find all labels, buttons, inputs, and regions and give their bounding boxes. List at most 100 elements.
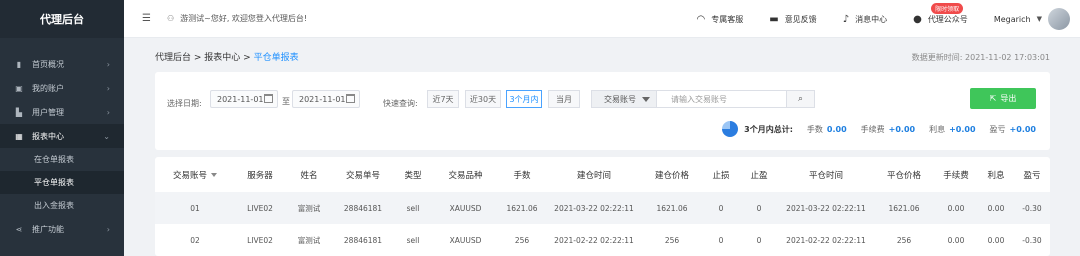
menu-toggle-icon[interactable]: ☰ xyxy=(142,13,151,24)
caret-down-icon[interactable]: ▼ xyxy=(1037,15,1042,23)
breadcrumb-section[interactable]: 报表中心 xyxy=(204,53,240,63)
sidebar-item-users[interactable]: ▙ 用户管理 › xyxy=(0,100,124,124)
breadcrumb-root[interactable]: 代理后台 xyxy=(155,53,191,63)
table-cell: 0 xyxy=(718,235,724,245)
calendar-icon xyxy=(264,94,273,103)
export-button[interactable]: ⇱ 导出 xyxy=(970,88,1036,109)
table-cell: 2021-02-22 02:22:11 xyxy=(786,235,866,245)
search-button[interactable]: ⌕ xyxy=(787,90,815,108)
hot-badge: 限时领取 xyxy=(931,2,964,14)
caret-down-icon xyxy=(642,97,650,102)
username[interactable]: Megarich xyxy=(994,15,1031,24)
summary-label: 手数 xyxy=(806,124,823,134)
table-cell: 富测试 xyxy=(297,235,321,245)
account-search-input[interactable]: 请输入交易账号 xyxy=(657,90,787,108)
breadcrumb-separator: > xyxy=(191,53,205,63)
quick-7-days-button[interactable]: 近7天 xyxy=(427,90,459,108)
wechat-label: 代理公众号 xyxy=(927,14,968,24)
column-header: 平仓时间 xyxy=(808,170,843,181)
welcome-text: 游测试~您好, 欢迎您登入代理后台! xyxy=(180,14,308,23)
wechat-icon: ● xyxy=(913,13,922,25)
summary-bar: 3个月内总计: 手数 0.00 手续费 +0.00 利息 +0.00 盈亏 +0.00 xyxy=(722,121,1036,137)
summary-fee: 手续费 +0.00 xyxy=(861,124,915,135)
table-cell: 1621.06 xyxy=(874,192,934,224)
table-cell: sell xyxy=(406,235,420,245)
chat-icon: ▬ xyxy=(769,13,779,25)
table-cell: -0.30 xyxy=(1014,192,1050,224)
chevron-right-icon: › xyxy=(106,59,110,69)
quick-this-month-button[interactable]: 当月 xyxy=(548,90,580,108)
sidebar-item-overview[interactable]: ▮ 首页概况 › xyxy=(0,52,124,76)
table-cell: 0 xyxy=(702,192,740,224)
end-date-value: 2021-11-01 xyxy=(299,94,346,104)
users-icon: ▙ xyxy=(15,107,23,117)
table-cell: 256 xyxy=(664,235,680,245)
summary-value: +0.00 xyxy=(1009,124,1036,134)
summary-label: 手续费 xyxy=(860,124,885,134)
column-header: 平仓价格 xyxy=(886,170,921,181)
table-cell: XAUUSD xyxy=(449,235,482,245)
table-row[interactable]: 01 LIVE02 富测试 28846181 sell XAUUSD 1621.… xyxy=(155,192,1050,224)
table-cell: 256 xyxy=(896,235,912,245)
table-cell: 0.00 xyxy=(934,192,978,224)
table-cell: 256 xyxy=(514,235,530,245)
column-header[interactable]: 交易账号 xyxy=(155,157,235,192)
sidebar-subitem-open-positions[interactable]: 在仓单报表 xyxy=(0,148,124,171)
sidebar-item-label: 我的账户 xyxy=(32,83,64,93)
feedback-label: 意见反馈 xyxy=(784,14,817,24)
filter-panel: 选择日期: 2021-11-01 至 2021-11-01 快速查询: 近7天 … xyxy=(155,72,1050,150)
wechat-account-button[interactable]: 限时领取 ● 代理公众号 xyxy=(913,2,968,25)
table-cell: 28846181 xyxy=(333,192,393,224)
messages-button[interactable]: ♪ 消息中心 xyxy=(843,14,887,25)
sidebar-subitem-deposits[interactable]: 出入金报表 xyxy=(0,194,124,217)
chevron-right-icon: › xyxy=(106,107,110,117)
sidebar-item-label: 推广功能 xyxy=(32,224,64,234)
table-cell: 28846181 xyxy=(343,235,383,245)
column-header: 类型 xyxy=(404,170,422,181)
column-header: 交易品种 xyxy=(448,170,483,181)
column-header: 建仓价格 xyxy=(654,170,689,181)
breadcrumb-separator: > xyxy=(240,53,254,63)
welcome-message: ⚇ 游测试~您好, 欢迎您登入代理后台! xyxy=(167,13,307,24)
summary-value: 0.00 xyxy=(826,124,847,134)
table-cell: 0 xyxy=(756,235,762,245)
table-cell: 富测试 xyxy=(285,192,333,224)
export-label: 导出 xyxy=(1000,94,1017,103)
calendar-icon xyxy=(346,94,355,103)
sidebar-item-label: 报表中心 xyxy=(32,131,64,141)
table-cell: 0.00 xyxy=(947,235,965,245)
quick-query-label: 快速查询: xyxy=(383,99,418,108)
avatar[interactable] xyxy=(1048,8,1070,30)
date-label: 选择日期: xyxy=(167,99,202,108)
breadcrumb: 代理后台 > 报表中心 > 平仓单报表 xyxy=(155,50,299,63)
quick-3-months-button[interactable]: 3个月内 xyxy=(506,90,542,108)
breadcrumb-current: 平仓单报表 xyxy=(253,53,299,63)
column-header: 建仓时间 xyxy=(576,170,611,181)
table-row[interactable]: 02 LIVE02 富测试 28846181 sell XAUUSD 256 2… xyxy=(155,224,1050,256)
sort-icon[interactable] xyxy=(211,173,217,177)
end-date-input[interactable]: 2021-11-01 xyxy=(292,90,360,108)
table-cell: 0 xyxy=(740,192,778,224)
customer-service-button[interactable]: ◠ 专属客服 xyxy=(697,14,744,25)
sidebar-item-reports[interactable]: ▦ 报表中心 ⌄ xyxy=(0,124,124,148)
quick-30-days-button[interactable]: 近30天 xyxy=(465,90,501,108)
sidebar-item-label: 用户管理 xyxy=(32,107,64,117)
table-cell: LIVE02 xyxy=(235,192,285,224)
summary-title: 3个月内总计: xyxy=(744,124,793,134)
sidebar-subitem-closed-positions[interactable]: 平仓单报表 xyxy=(0,171,124,194)
feedback-button[interactable]: ▬ 意见反馈 xyxy=(769,14,816,25)
export-icon: ⇱ xyxy=(989,94,997,103)
column-header-label: 交易账号 xyxy=(172,170,207,181)
column-header: 姓名 xyxy=(300,170,318,181)
table-cell: 0.00 xyxy=(978,192,1014,224)
sidebar-item-account[interactable]: ▣ 我的账户 › xyxy=(0,76,124,100)
start-date-input[interactable]: 2021-11-01 xyxy=(210,90,278,108)
sidebar-item-promotion[interactable]: ⋖ 推广功能 › xyxy=(0,217,124,241)
top-header: ☰ ⚇ 游测试~您好, 欢迎您登入代理后台! ◠ 专属客服 ▬ 意见反馈 ♪ 消… xyxy=(124,0,1080,38)
pie-chart-icon xyxy=(722,121,739,137)
column-header: 交易单号 xyxy=(345,170,380,181)
chevron-down-icon: ⌄ xyxy=(103,131,110,141)
report-table-panel: 交易账号 服务器 姓名 交易单号 类型 交易品种 手数 建仓时间 建仓价格 止损… xyxy=(155,157,1050,256)
table-cell: XAUUSD xyxy=(433,192,498,224)
account-type-select[interactable]: 交易账号 xyxy=(591,90,657,108)
